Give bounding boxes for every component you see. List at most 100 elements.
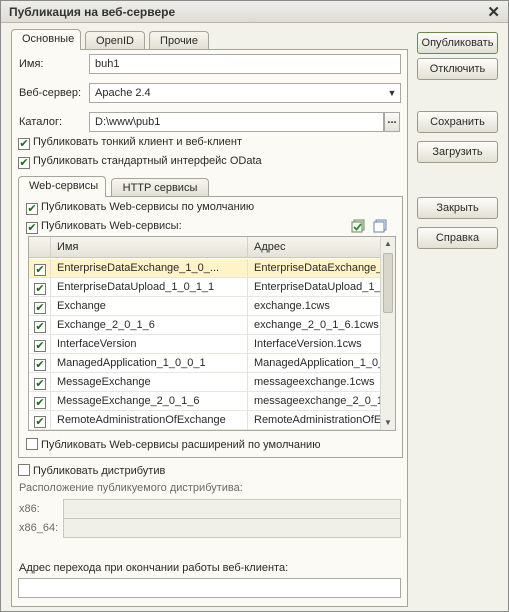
- save-button[interactable]: Сохранить: [417, 111, 498, 133]
- help-button[interactable]: Справка: [417, 227, 498, 249]
- extensions-ws-option[interactable]: Публиковать Web-сервисы расширений по ум…: [26, 438, 320, 452]
- row-address: exchange_2_0_1_6.1cws: [254, 319, 379, 331]
- publish-ws-checkbox[interactable]: ✔: [26, 222, 38, 234]
- row-address: EnterpriseDataUpload_1_0_...: [254, 281, 381, 293]
- table-row[interactable]: ✔ Exchange exchange.1cws: [29, 297, 381, 316]
- row-check-cell: ✔: [29, 335, 51, 354]
- default-ws-label: Публиковать Web-сервисы по умолчанию: [41, 201, 255, 213]
- load-button[interactable]: Загрузить: [417, 141, 498, 163]
- exit-url-field[interactable]: [18, 578, 401, 598]
- server-select[interactable]: Apache 2.4 ▼: [89, 83, 401, 103]
- distrib-option[interactable]: Публиковать дистрибутив: [18, 464, 165, 478]
- row-check-cell: ✔: [29, 259, 51, 278]
- close-icon[interactable]: ✕: [487, 3, 500, 21]
- distrib-checkbox[interactable]: [18, 464, 30, 476]
- check-all-icon[interactable]: [351, 219, 365, 233]
- webservices-table: Имя Адрес ✔ EnterpriseDataExchange_1_0_..…: [28, 236, 396, 431]
- table-row[interactable]: ✔ ManagedApplication_1_0_0_1 ManagedApplic…: [29, 354, 381, 373]
- header-check-cell: [29, 237, 51, 258]
- table-row[interactable]: ✔ MessageExchange_2_0_1_6 messageexchange_…: [29, 392, 381, 411]
- row-checkbox[interactable]: ✔: [34, 340, 46, 352]
- chevron-down-icon[interactable]: ▼: [384, 84, 400, 102]
- row-name: Exchange_2_0_1_6: [51, 316, 248, 335]
- header-address[interactable]: Адрес: [248, 237, 381, 258]
- title-bar: Публикация на веб-сервере ✕: [1, 1, 508, 23]
- window-title: Публикация на веб-сервере: [9, 5, 176, 19]
- row-address: exchange.1cws: [254, 300, 330, 312]
- header-name[interactable]: Имя: [51, 237, 248, 258]
- row-check-cell: ✔: [29, 316, 51, 335]
- row-name: RemoteAdministrationOfExchange: [51, 411, 248, 430]
- row-checkbox[interactable]: ✔: [34, 283, 46, 295]
- scroll-up-icon[interactable]: ▲: [381, 237, 395, 251]
- publish-button[interactable]: Опубликовать: [417, 32, 498, 54]
- catalog-field[interactable]: D:\www\pub1: [89, 112, 384, 132]
- tab-other[interactable]: Прочие: [149, 31, 209, 50]
- row-checkbox[interactable]: ✔: [34, 359, 46, 371]
- server-label: Веб-сервер:: [19, 87, 82, 99]
- thin-client-checkbox[interactable]: ✔: [18, 138, 30, 150]
- row-checkbox[interactable]: ✔: [34, 264, 46, 276]
- close-button[interactable]: Закрыть: [417, 197, 498, 219]
- table-row[interactable]: ✔ RemoteAdministrationOfExchange RemoteAdm…: [29, 411, 381, 430]
- browse-button[interactable]: ...: [384, 112, 400, 132]
- row-address: InterfaceVersion.1cws: [254, 338, 362, 350]
- row-check-cell: ✔: [29, 297, 51, 316]
- table-row[interactable]: ✔ EnterpriseDataExchange_1_0_... Enterpris…: [29, 259, 381, 278]
- row-check-cell: ✔: [29, 411, 51, 430]
- table-row[interactable]: ✔ MessageExchange messageexchange.1cws: [29, 373, 381, 392]
- scroll-down-icon[interactable]: ▼: [381, 416, 395, 430]
- uncheck-all-icon[interactable]: [373, 219, 387, 233]
- server-value: Apache 2.4: [95, 87, 151, 99]
- row-checkbox[interactable]: ✔: [34, 321, 46, 333]
- x64-label: x86_64:: [19, 522, 59, 534]
- default-ws-checkbox[interactable]: ✔: [26, 203, 38, 215]
- odata-option[interactable]: ✔ Публиковать стандартный интерфейс OData: [18, 155, 262, 169]
- tab-http-services[interactable]: HTTP сервисы: [111, 178, 209, 197]
- row-checkbox[interactable]: ✔: [34, 302, 46, 314]
- disable-button[interactable]: Отключить: [417, 58, 498, 80]
- publish-dialog: Публикация на веб-сервере ✕ Основные Ope…: [0, 0, 509, 612]
- catalog-label: Каталог:: [19, 116, 63, 128]
- x64-field[interactable]: [63, 518, 401, 538]
- row-address: messageexchange_2_0_1_6...: [254, 395, 381, 407]
- table-scrollbar[interactable]: ▲ ▼: [380, 237, 395, 430]
- row-name: ManagedApplication_1_0_0_1: [51, 354, 248, 373]
- row-name: Exchange: [51, 297, 248, 316]
- row-check-cell: ✔: [29, 392, 51, 411]
- publish-ws-option[interactable]: ✔ Публиковать Web-сервисы:: [26, 220, 182, 234]
- x86-label: x86:: [19, 503, 40, 515]
- row-name: EnterpriseDataUpload_1_0_1_1: [51, 278, 248, 297]
- distrib-location-label: Расположение публикуемого дистрибутива:: [19, 482, 243, 494]
- row-check-cell: ✔: [29, 373, 51, 392]
- default-ws-option[interactable]: ✔ Публиковать Web-сервисы по умолчанию: [26, 201, 254, 215]
- table-row[interactable]: ✔ Exchange_2_0_1_6 exchange_2_0_1_6.1cws: [29, 316, 381, 335]
- thin-client-label: Публиковать тонкий клиент и веб-клиент: [33, 136, 243, 148]
- x86-field[interactable]: [63, 499, 401, 519]
- table-header: Имя Адрес: [29, 237, 381, 258]
- name-field[interactable]: buh1: [89, 54, 401, 74]
- row-checkbox[interactable]: ✔: [34, 397, 46, 409]
- extensions-ws-checkbox[interactable]: [26, 438, 38, 450]
- row-checkbox[interactable]: ✔: [34, 416, 46, 428]
- tab-openid[interactable]: OpenID: [85, 31, 145, 50]
- odata-checkbox[interactable]: ✔: [18, 157, 30, 169]
- row-check-cell: ✔: [29, 278, 51, 297]
- tab-main[interactable]: Основные: [11, 29, 81, 50]
- table-row[interactable]: ✔ EnterpriseDataUpload_1_0_1_1 EnterpriseD…: [29, 278, 381, 297]
- extensions-ws-label: Публиковать Web-сервисы расширений по ум…: [41, 439, 321, 451]
- exit-url-label: Адрес перехода при окончании работы веб-…: [19, 562, 289, 574]
- publish-ws-label: Публиковать Web-сервисы:: [41, 220, 182, 232]
- row-address: RemoteAdministrationOfExch...: [254, 414, 381, 426]
- row-name: MessageExchange_2_0_1_6: [51, 392, 248, 411]
- odata-label: Публиковать стандартный интерфейс OData: [33, 155, 262, 167]
- scroll-thumb[interactable]: [383, 253, 393, 313]
- row-address: EnterpriseDataExchange_1_...: [254, 262, 381, 274]
- table-row[interactable]: ✔ InterfaceVersion InterfaceVersion.1cws: [29, 335, 381, 354]
- thin-client-option[interactable]: ✔ Публиковать тонкий клиент и веб-клиент: [18, 136, 242, 150]
- name-label: Имя:: [19, 58, 44, 70]
- row-checkbox[interactable]: ✔: [34, 378, 46, 390]
- tab-webservices[interactable]: Web-сервисы: [18, 176, 106, 197]
- row-address: ManagedApplication_1_0_0...: [254, 357, 381, 369]
- distrib-label: Публиковать дистрибутив: [33, 465, 166, 477]
